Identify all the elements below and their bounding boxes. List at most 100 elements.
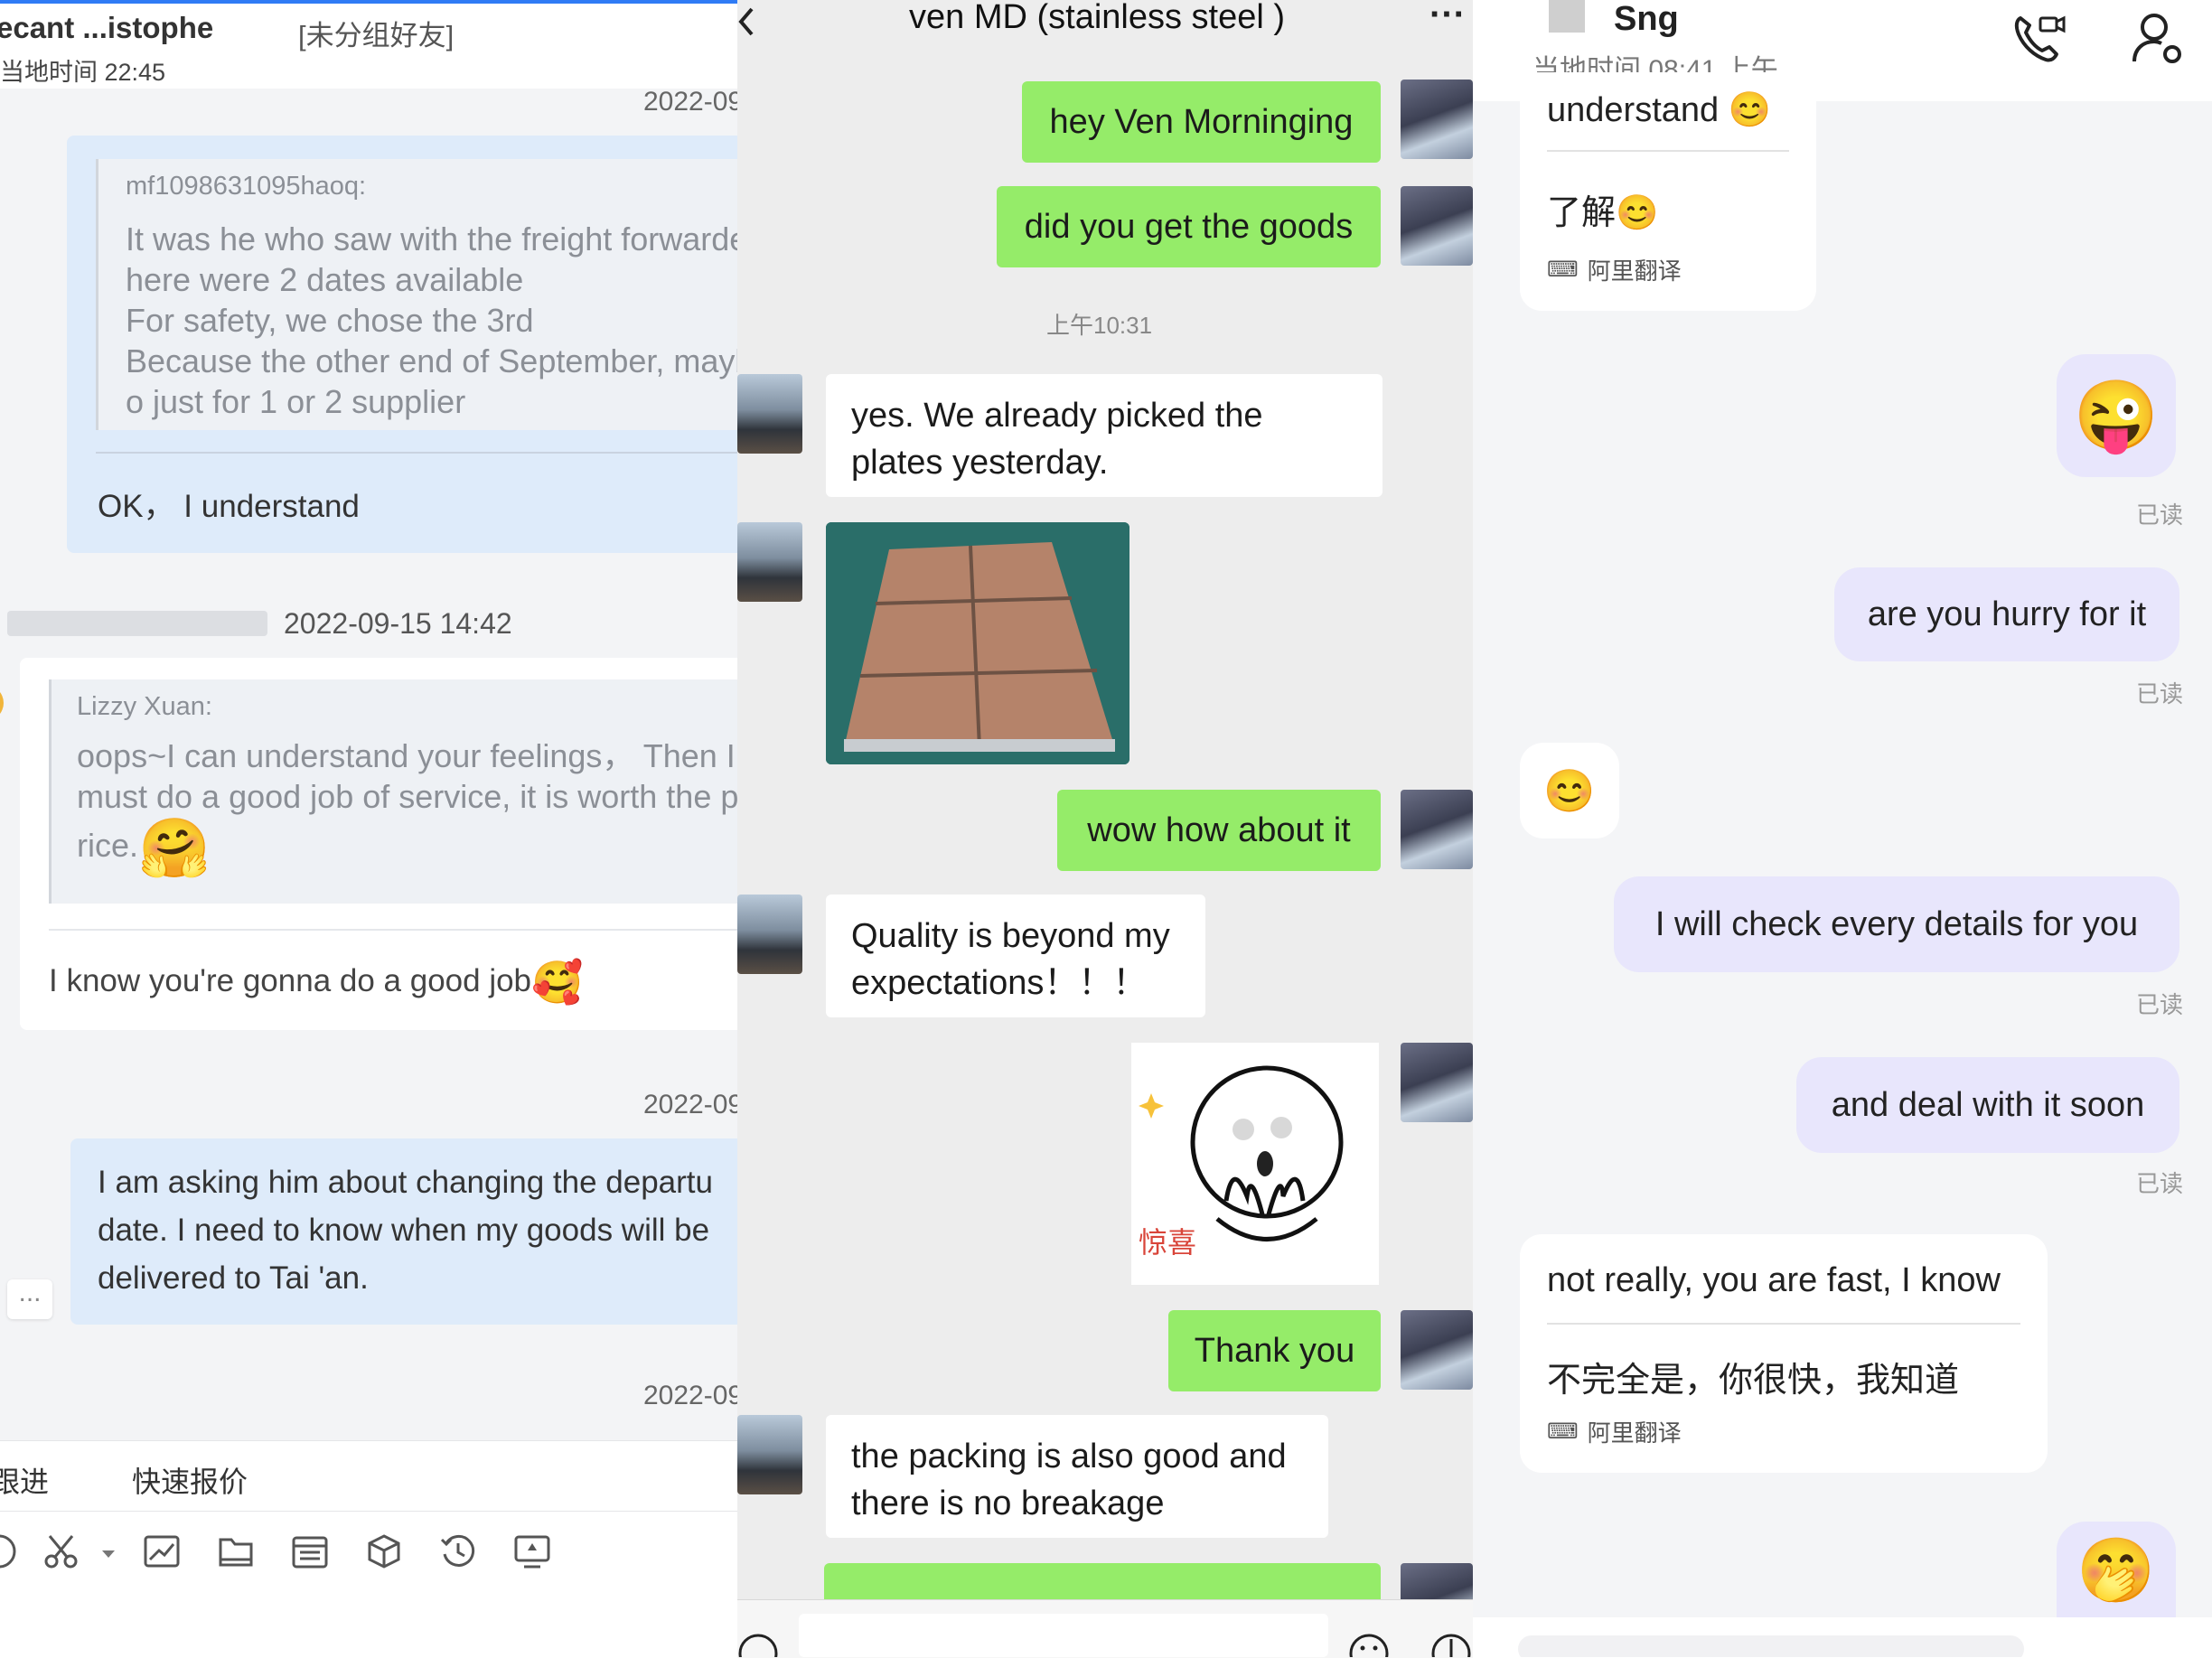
avatar[interactable]: [1401, 1043, 1473, 1122]
translated-text: 了解😊: [1547, 184, 1658, 234]
message-bubble-sent[interactable]: and deal with it soon: [1796, 1057, 2179, 1153]
message-timestamp: 2022-09-15 14:42: [284, 607, 512, 640]
back-icon[interactable]: [737, 5, 755, 38]
more-options-button[interactable]: ···: [1429, 0, 1466, 35]
quick-action-tabs: 跟进 快速报价: [0, 1440, 737, 1512]
quote-line: rice.🤗: [77, 817, 737, 876]
message-bubble-sent[interactable]: I will check every details for you: [1614, 876, 2179, 972]
avatar[interactable]: [1401, 790, 1473, 869]
translated-text: 不完全是，你很快，我知道: [1547, 1362, 1960, 1400]
contact-name[interactable]: Sng: [1614, 0, 1679, 39]
tab-follow-up[interactable]: 跟进: [0, 1459, 49, 1501]
contact-group-tag: [未分组好友]: [298, 20, 455, 52]
image-icon[interactable]: [143, 1532, 181, 1570]
message-text: yes. We already picked the plates yester…: [851, 397, 1263, 482]
emoji-icon[interactable]: [0, 1532, 18, 1570]
message-date: 2022-09: [643, 1090, 737, 1119]
message-bubble-sent[interactable]: hey Ven Morninging: [1022, 81, 1381, 163]
voice-icon[interactable]: [737, 1626, 779, 1657]
scissors-icon[interactable]: [43, 1532, 81, 1570]
avatar[interactable]: [737, 895, 802, 974]
message-bubble-sent[interactable]: did you get the goods: [997, 186, 1381, 267]
tab-quick-quote[interactable]: 快速报价: [132, 1459, 248, 1501]
message-text: OK， I understand: [98, 489, 360, 524]
quote-line-text: rice.: [77, 827, 139, 864]
message-line: I am asking him about changing the depar…: [98, 1165, 713, 1200]
avatar[interactable]: [737, 374, 802, 454]
photo-steel-plates[interactable]: [826, 522, 1129, 764]
history-icon[interactable]: [439, 1532, 477, 1570]
message-text: hey Ven Morninging: [1049, 102, 1354, 141]
video-call-icon[interactable]: [2010, 11, 2067, 65]
quoted-message: mf1098631095haoq: It was he who saw with…: [96, 159, 737, 430]
chevron-down-icon[interactable]: [98, 1532, 119, 1570]
read-receipt: 已读: [2136, 680, 2184, 707]
message-date: 2022-09: [643, 87, 737, 117]
more-options-button[interactable]: ...: [7, 1279, 52, 1319]
emoji-message-sent[interactable]: 😜: [2057, 354, 2176, 477]
contact-name[interactable]: ecant ...istophe: [0, 11, 213, 45]
quote-text: It was he who saw with the freight forwa…: [126, 219, 737, 422]
message-line: date. I need to know when my goods will …: [98, 1213, 710, 1248]
winking-tongue-emoji-icon: 😜: [2073, 378, 2160, 454]
avatar[interactable]: [1549, 0, 1585, 33]
emoji-icon[interactable]: [1348, 1626, 1390, 1657]
translate-icon: ⌨: [1547, 1419, 1579, 1444]
avatar[interactable]: [737, 1415, 802, 1494]
avatar[interactable]: [1401, 80, 1473, 159]
steel-plates-image: [826, 522, 1129, 764]
avatar[interactable]: [1401, 1310, 1473, 1390]
message-input[interactable]: [799, 1614, 1328, 1657]
message-date: 2022-09: [643, 1381, 737, 1410]
message-text: are you hurry for it: [1867, 595, 2147, 633]
message-text: not really, you are fast, I know: [1547, 1261, 2001, 1299]
screen-capture-icon[interactable]: [513, 1532, 551, 1570]
message-bubble-received[interactable]: Lizzy Xuan: oops~I can understand your f…: [20, 658, 737, 1030]
quoted-message: Lizzy Xuan: oops~I can understand your f…: [49, 679, 737, 904]
smile-emoji-icon: 😊: [1616, 194, 1659, 232]
sticker-surprised[interactable]: 惊喜: [1131, 1043, 1379, 1285]
message-card-received[interactable]: understand 😊 了解😊 ⌨ 阿里翻译: [1520, 72, 1816, 311]
avatar[interactable]: [737, 522, 802, 602]
read-receipt: 已读: [2136, 501, 2184, 529]
blushing-emoji-icon: 🥰: [531, 959, 584, 1006]
quote-divider: [49, 929, 737, 931]
message-bubble-sent[interactable]: mf1098631095haoq: It was he who saw with…: [67, 136, 737, 553]
quote-author-text: Lizzy Xuan:: [77, 692, 212, 721]
quote-text: oops~I can understand your feelings， The…: [77, 735, 737, 876]
folder-icon[interactable]: [217, 1532, 255, 1570]
quote-line: o just for 1 or 2 supplier: [126, 383, 466, 420]
message-input[interactable]: [1518, 1635, 2024, 1657]
local-time: 当地时间 22:45: [0, 59, 166, 86]
smile-emoji-icon: 😊: [1728, 91, 1772, 129]
hand-over-mouth-emoji-icon: 🤭: [2076, 1535, 2156, 1606]
message-text: Quality is beyond my expectations！！！: [851, 917, 1170, 1002]
emoji-message-received[interactable]: 😊: [1520, 743, 1619, 838]
emoji-message-sent[interactable]: 🤭: [2057, 1522, 2176, 1621]
message-bubble-received[interactable]: the packing is also good and there is no…: [826, 1415, 1328, 1538]
message-bubble-sent[interactable]: I am asking him about changing the depar…: [70, 1138, 737, 1325]
calendar-icon[interactable]: [291, 1532, 329, 1570]
avatar[interactable]: [1401, 186, 1473, 266]
translator-name: 阿里翻译: [1587, 1419, 1682, 1447]
contact-profile-icon[interactable]: [2129, 9, 2187, 67]
quote-line: It was he who saw with the freight forwa…: [126, 220, 737, 258]
chat-header: ecant ...istophe [未分组好友] 当地时间 22:45: [0, 0, 737, 89]
message-bubble-sent[interactable]: wow how about it: [1057, 790, 1381, 871]
translated-text-content: 了解: [1547, 194, 1617, 232]
translation-divider: [1547, 150, 1789, 152]
read-receipt: 已读: [2136, 991, 2184, 1018]
quote-divider: [96, 452, 737, 454]
message-text: I am asking him about changing the depar…: [98, 1158, 713, 1302]
message-bubble-received[interactable]: Quality is beyond my expectations！！！: [826, 895, 1205, 1017]
add-icon[interactable]: [1429, 1626, 1473, 1657]
message-bubble-sent[interactable]: Thank you: [1168, 1310, 1381, 1391]
message-text: I know you're gonna do a good job🥰: [49, 958, 583, 1007]
message-card-received[interactable]: not really, you are fast, I know 不完全是，你很…: [1520, 1234, 2048, 1473]
chat-panel-alibaba-mobile: Sng 当地时间 08:41 上午 understand 😊 了解😊 ⌨ 阿里翻译…: [1473, 0, 2212, 1657]
product-box-icon[interactable]: [365, 1532, 403, 1570]
message-bubble-received[interactable]: yes. We already picked the plates yester…: [826, 374, 1382, 497]
message-bubble-sent[interactable]: are you hurry for it: [1834, 567, 2179, 661]
read-receipt: 已读: [2136, 1170, 2184, 1197]
message-line: delivered to Tai 'an.: [98, 1260, 369, 1296]
